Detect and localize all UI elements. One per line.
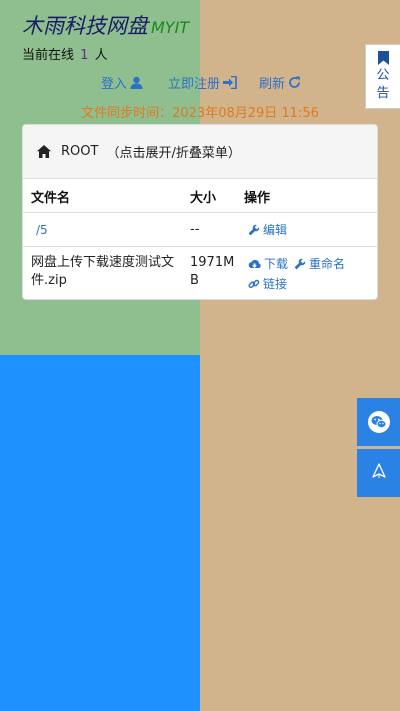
file-name-line-1: 网盘上传下载速度测试文 <box>31 255 175 270</box>
announcement-button[interactable]: 公 告 <box>365 44 400 109</box>
header-filename: 文件名 <box>31 191 71 206</box>
home-icon <box>37 145 51 158</box>
site-logo[interactable]: 木雨科技网盘 MYIT <box>22 10 189 40</box>
wrench-icon <box>248 224 260 236</box>
folder-link[interactable]: /5 <box>36 221 48 239</box>
link-label: 链接 <box>263 277 288 291</box>
online-prefix: 当前在线 <box>22 48 75 63</box>
announcement-label-1: 公 <box>376 68 390 83</box>
online-count: 1 <box>80 48 89 63</box>
cloud-download-icon <box>248 259 261 268</box>
header-actions: 操作 <box>244 191 271 206</box>
row-size: -- <box>190 222 200 237</box>
login-link[interactable]: 登入 <box>101 73 143 92</box>
sign-in-icon <box>223 76 237 89</box>
background-quadrant-blue <box>0 355 200 711</box>
divider <box>23 212 377 213</box>
toggle-hint: （点击展开/折叠菜单） <box>106 146 241 161</box>
register-link[interactable]: 立即注册 <box>168 73 237 92</box>
file-panel: ROOT （点击展开/折叠菜单） 文件名 大小 操作 /5 -- 编辑 网盘上传… <box>22 124 378 300</box>
rename-button[interactable]: 重命名 <box>294 255 345 273</box>
announcement-label-2: 告 <box>376 86 390 101</box>
refresh-label: 刷新 <box>259 77 286 92</box>
link-icon <box>248 279 260 289</box>
site-sub-name: MYIT <box>151 18 190 37</box>
file-size: 1971M B <box>190 254 234 290</box>
download-label: 下载 <box>264 257 289 271</box>
panel-header[interactable]: ROOT （点击展开/折叠菜单） <box>23 125 377 179</box>
wechat-icon <box>367 411 390 433</box>
wechat-button[interactable] <box>357 398 400 446</box>
site-name: 木雨科技网盘 <box>22 14 148 38</box>
back-to-top-icon <box>371 463 386 478</box>
sync-time: 文件同步时间：2023年08月29日 11:56 <box>81 106 319 121</box>
file-name-line-2: 件.zip <box>31 273 67 288</box>
register-label: 立即注册 <box>168 77 221 92</box>
download-button[interactable]: 下载 <box>248 255 288 273</box>
user-icon <box>130 76 143 89</box>
refresh-link[interactable]: 刷新 <box>259 73 301 92</box>
back-to-top-button[interactable] <box>357 449 400 497</box>
file-size-line-2: B <box>190 273 199 288</box>
file-size-line-1: 1971M <box>190 255 235 270</box>
divider <box>23 246 377 247</box>
rename-label: 重命名 <box>309 257 346 271</box>
root-label: ROOT <box>61 144 99 159</box>
copy-link-button[interactable]: 链接 <box>248 275 287 293</box>
online-status: 当前在线 1 人 <box>22 44 108 63</box>
edit-button[interactable]: 编辑 <box>248 221 287 239</box>
file-name[interactable]: 网盘上传下载速度测试文 件.zip <box>31 254 174 290</box>
bookmark-icon <box>377 51 389 65</box>
online-suffix: 人 <box>94 48 108 63</box>
wrench-icon <box>294 258 306 270</box>
edit-label: 编辑 <box>263 223 288 237</box>
login-label: 登入 <box>101 77 128 92</box>
header-size: 大小 <box>190 191 217 206</box>
refresh-icon <box>289 76 300 88</box>
